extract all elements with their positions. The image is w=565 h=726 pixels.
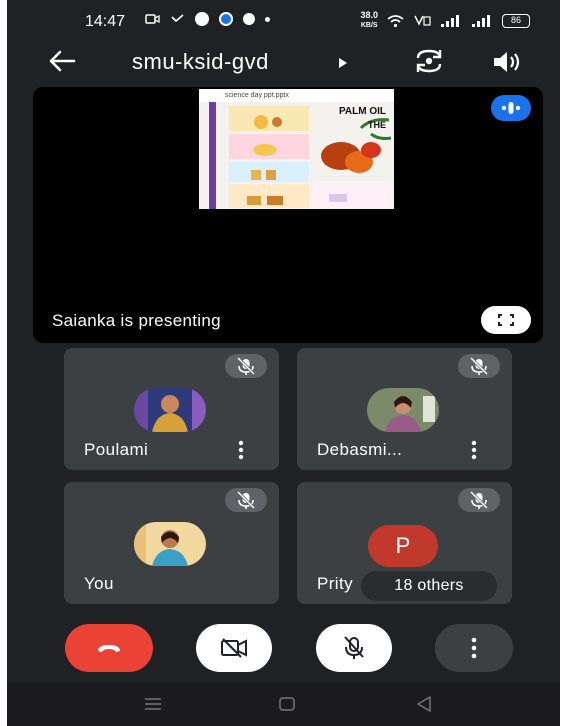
mic-off-icon xyxy=(236,356,256,376)
camera-off-icon xyxy=(221,638,247,658)
switch-camera-icon[interactable] xyxy=(413,47,445,75)
participant-photo xyxy=(134,388,206,432)
participant-name: Debasmi... xyxy=(317,440,403,459)
shared-screen-content: science day ppt.pptx PALM OIL THE xyxy=(199,89,394,209)
mic-muted-badge xyxy=(458,488,500,512)
back-arrow-icon[interactable] xyxy=(47,48,77,74)
app-notification-icon xyxy=(219,12,233,26)
more-options-button[interactable] xyxy=(435,624,513,672)
volte-icon xyxy=(414,15,431,26)
more-vert-icon xyxy=(471,637,477,659)
network-speed: 38.0 KB/S xyxy=(360,11,378,30)
recent-apps-icon[interactable] xyxy=(143,695,163,713)
speaking-indicator xyxy=(491,95,531,121)
mic-off-icon xyxy=(469,490,489,510)
status-left-icons xyxy=(145,12,270,26)
system-navigation-bar xyxy=(7,683,560,726)
battery-indicator: 86 xyxy=(502,13,530,28)
status-right-icons: 38.0 KB/S 86 xyxy=(360,11,530,30)
participant-tile-prity[interactable]: P Prity 18 others xyxy=(297,482,512,604)
participant-name: Poulami xyxy=(84,440,149,459)
more-notifications-dot-icon xyxy=(265,16,270,22)
camera-toggle-button[interactable] xyxy=(196,624,272,672)
more-options-icon[interactable] xyxy=(470,440,478,460)
avatar xyxy=(134,522,206,566)
status-bar: 14:47 38.0 KB/S 86 xyxy=(7,0,560,40)
wifi-icon xyxy=(387,14,404,27)
mic-off-icon xyxy=(236,490,256,510)
meeting-top-bar: smu-ksid-gvd xyxy=(7,40,560,82)
network-speed-value: 38.0 xyxy=(360,10,378,20)
jio-icon xyxy=(195,12,209,26)
back-nav-icon[interactable] xyxy=(414,695,434,713)
audio-level-icon xyxy=(501,102,521,114)
participant-photo xyxy=(367,388,439,432)
letter-avatar: P xyxy=(368,525,438,567)
presenter-label: Saianka is presenting xyxy=(52,311,221,330)
mic-muted-badge xyxy=(458,354,500,378)
home-icon[interactable] xyxy=(277,695,297,713)
microphone-toggle-button[interactable] xyxy=(316,624,392,672)
participant-tile-debasmi[interactable]: Debasmi... xyxy=(297,348,512,470)
more-options-icon[interactable] xyxy=(237,440,245,460)
hang-up-icon xyxy=(98,645,120,652)
missed-call-icon xyxy=(171,14,184,23)
slide-subheading: THE xyxy=(368,120,386,130)
participant-tile-poulami[interactable]: Poulami xyxy=(64,348,279,470)
chat-notification-icon xyxy=(243,13,255,25)
microphone-off-icon xyxy=(344,636,364,659)
fullscreen-icon xyxy=(498,314,514,326)
others-count-chip[interactable]: 18 others xyxy=(361,571,497,601)
avatar xyxy=(134,388,206,432)
status-time: 14:47 xyxy=(85,13,126,30)
participant-name: Prity xyxy=(317,574,353,593)
participant-photo xyxy=(134,522,206,566)
video-notification-icon xyxy=(145,14,160,24)
speaker-icon[interactable] xyxy=(491,49,521,75)
meeting-code-title[interactable]: smu-ksid-gvd xyxy=(132,49,269,75)
participant-tile-you[interactable]: You xyxy=(64,482,279,604)
mic-muted-badge xyxy=(225,354,267,378)
signal-icon-1 xyxy=(441,14,459,27)
mic-muted-badge xyxy=(225,488,267,512)
shared-file-title: science day ppt.pptx xyxy=(199,89,394,102)
avatar xyxy=(367,388,439,432)
slide-heading: PALM OIL xyxy=(339,106,387,117)
caret-right-icon[interactable] xyxy=(338,57,348,69)
meet-screen: 14:47 38.0 KB/S 86 smu-ksid-gvd science … xyxy=(7,0,560,726)
network-speed-unit: KB/S xyxy=(360,22,378,29)
mic-off-icon xyxy=(469,356,489,376)
fullscreen-button[interactable] xyxy=(481,306,531,334)
shared-screen-edge xyxy=(209,102,216,209)
signal-icon-2 xyxy=(472,14,490,27)
end-call-button[interactable] xyxy=(65,624,153,672)
presentation-view[interactable]: science day ppt.pptx PALM OIL THE Saiank… xyxy=(33,87,543,343)
participant-name: You xyxy=(84,574,114,593)
